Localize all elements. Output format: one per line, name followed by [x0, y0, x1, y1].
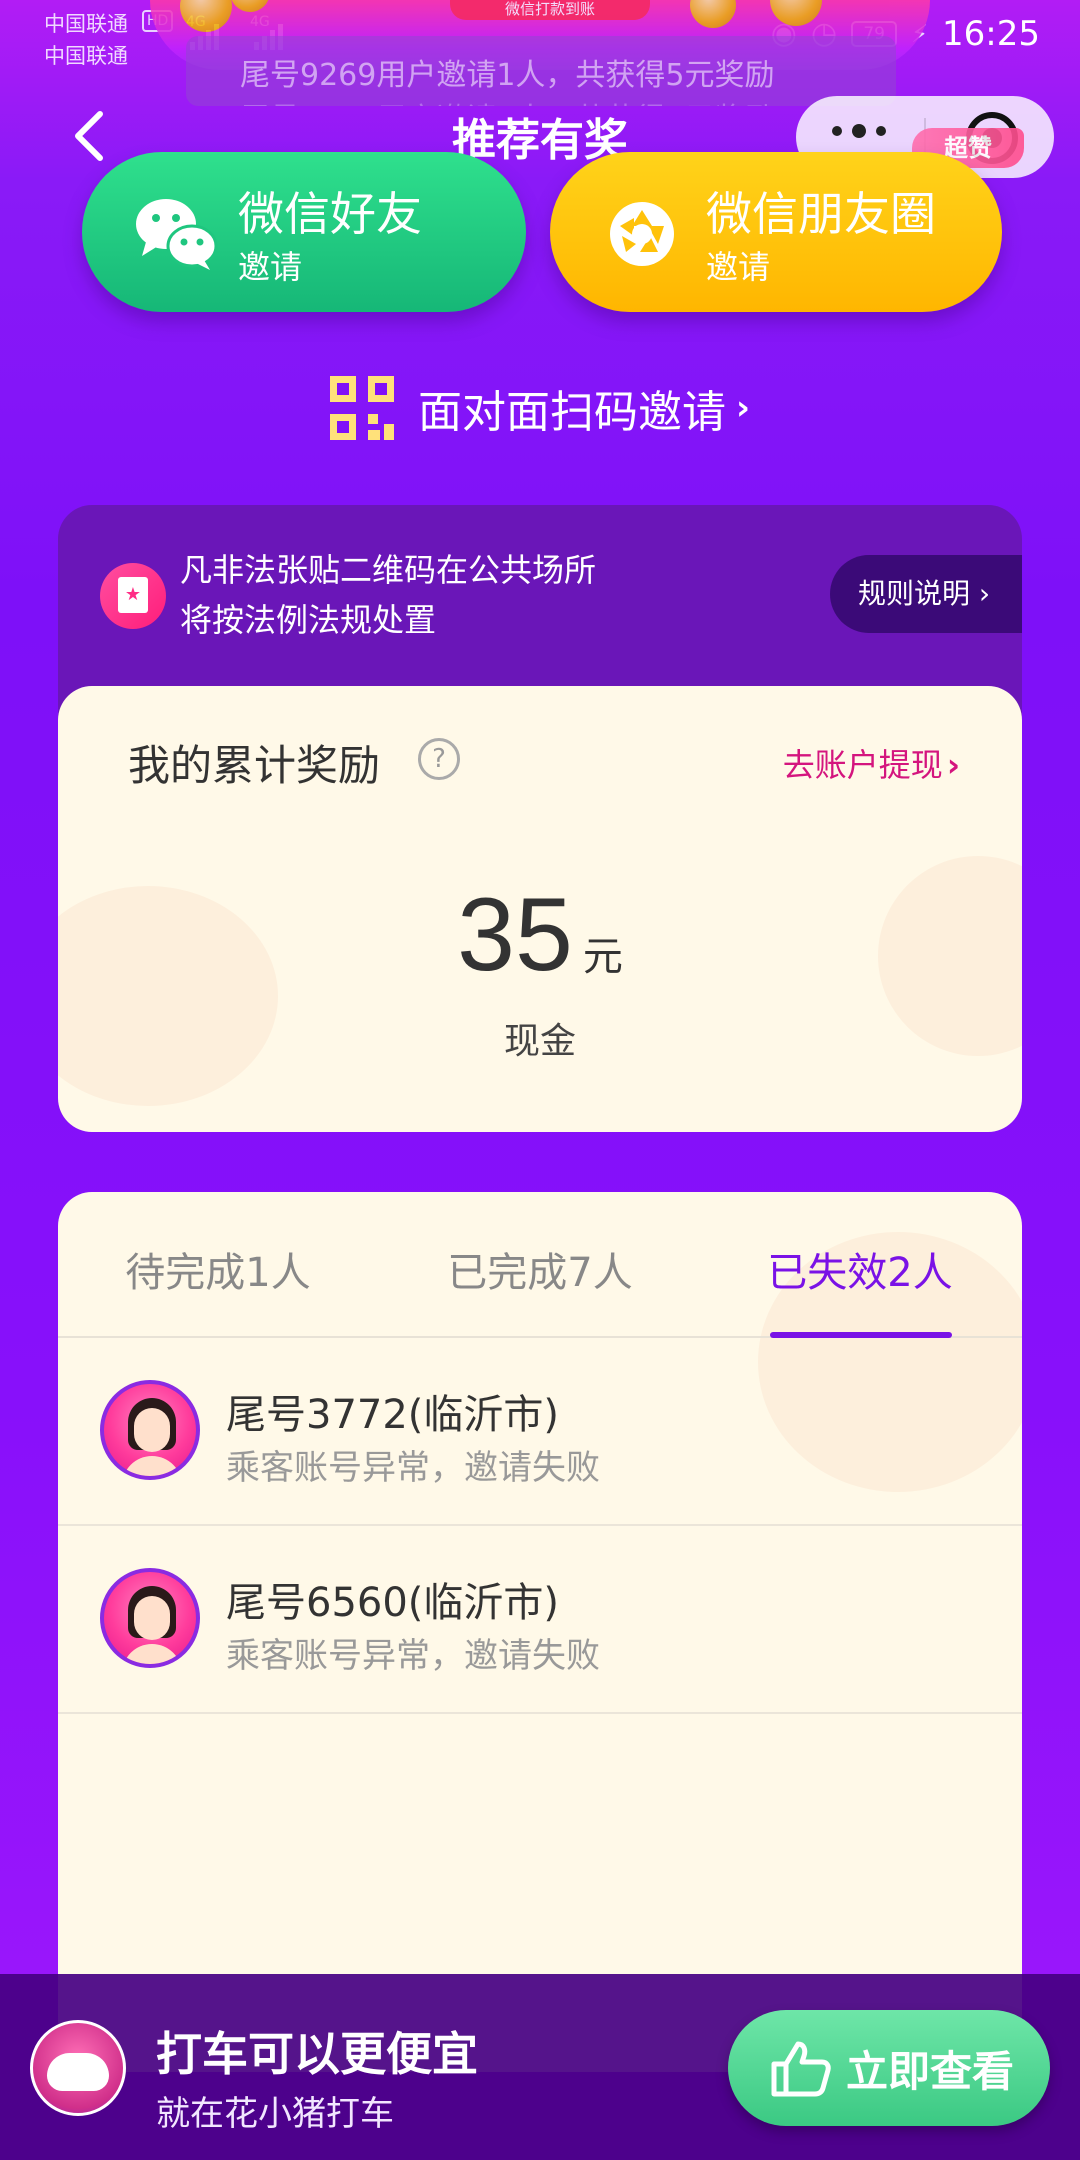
pig-logo-icon	[30, 2020, 126, 2116]
invite-wechat-friends-button[interactable]: 微信好友 邀请	[82, 152, 526, 312]
invite-wechat-title: 微信好友	[238, 187, 422, 241]
promo-subtitle: 就在花小猪打车	[156, 2094, 394, 2134]
reward-amount: 35 元	[58, 876, 1022, 995]
tab-pending[interactable]: 待完成1人	[58, 1240, 378, 1298]
notice-badge-icon	[100, 563, 166, 629]
thumbs-up-icon	[771, 2041, 831, 2097]
tab-expired[interactable]: 已失效2人	[700, 1240, 1020, 1298]
coin-icon	[180, 0, 232, 32]
invite-moments-sub: 邀请	[706, 248, 771, 286]
chevron-right-icon: ›	[946, 746, 960, 784]
promo-title: 打车可以更便宜	[156, 2027, 478, 2081]
coin-icon	[770, 0, 822, 26]
withdraw-label: 去账户提现	[782, 746, 943, 784]
invitee-status: 乘客账号异常，邀请失败	[226, 1636, 600, 1676]
carrier-label-1: 中国联通	[44, 12, 128, 36]
rewards-card: 我的累计奖励 ? 去账户提现 › 35 元 现金	[58, 686, 1022, 1132]
invite-moments-button[interactable]: 微信朋友圈 邀请	[550, 152, 1002, 312]
promo-banner: 打车可以更便宜 就在花小猪打车 立即查看	[0, 1974, 1080, 2160]
invitee-status: 乘客账号异常，邀请失败	[226, 1448, 600, 1488]
status-tabs: 待完成1人 已完成7人 已失效2人	[58, 1192, 1022, 1338]
invite-moments-title: 微信朋友圈	[706, 187, 936, 241]
withdraw-link[interactable]: 去账户提现 ›	[783, 740, 960, 786]
reward-ticker: 尾号9269用户邀请1人，共获得5元奖励 尾号2151用户邀请1人，共获得5元奖…	[186, 36, 896, 106]
qr-code-icon	[329, 376, 394, 440]
banner-ribbon: 微信打款到账	[450, 0, 650, 20]
rewards-title: 我的累计奖励	[128, 741, 381, 790]
face-to-face-invite-link[interactable]: 面对面扫码邀请 ›	[0, 372, 1080, 444]
camera-shutter-icon	[610, 202, 674, 266]
reward-amount-value: 35	[457, 877, 573, 993]
list-item: 尾号6560(临沂市) 乘客账号异常，邀请失败	[58, 1526, 1022, 1714]
carrier-label-2: 中国联通	[44, 44, 128, 68]
view-now-button[interactable]: 立即查看	[728, 2010, 1050, 2126]
avatar	[100, 1568, 200, 1668]
more-icon[interactable]	[832, 124, 886, 138]
question-circle-icon[interactable]: ?	[418, 738, 460, 780]
notice-line-1: 凡非法张贴二维码在公共场所	[180, 551, 597, 589]
view-now-label: 立即查看	[846, 2047, 1015, 2096]
notice-line-2: 将按法例法规处置	[180, 601, 437, 639]
invitee-name: 尾号6560(临沂市)	[226, 1580, 560, 1626]
face-to-face-label: 面对面扫码邀请	[417, 387, 726, 438]
coin-icon	[230, 0, 270, 12]
reward-amount-unit: 元	[582, 934, 623, 980]
reward-type: 现金	[503, 1021, 576, 1062]
notice-text: 凡非法张贴二维码在公共场所 将按法例法规处置	[180, 545, 596, 645]
invite-wechat-sub: 邀请	[238, 248, 303, 286]
list-item: 尾号3772(临沂市) 乘客账号异常，邀请失败	[58, 1338, 1022, 1526]
status-time: 16:25	[942, 14, 1040, 54]
rules-button[interactable]: 规则说明 ›	[830, 555, 1022, 633]
tab-completed[interactable]: 已完成7人	[380, 1240, 700, 1298]
ticker-line: 尾号9269用户邀请1人，共获得5元奖励	[240, 58, 775, 93]
invitee-name: 尾号3772(临沂市)	[226, 1392, 560, 1438]
wechat-icon	[136, 199, 218, 270]
invitee-list-card: 待完成1人 已完成7人 已失效2人 尾号3772(临沂市) 乘客账号异常，邀请失…	[58, 1192, 1022, 2072]
avatar	[100, 1380, 200, 1480]
coin-icon	[690, 0, 736, 28]
chevron-right-icon: ›	[735, 388, 750, 428]
